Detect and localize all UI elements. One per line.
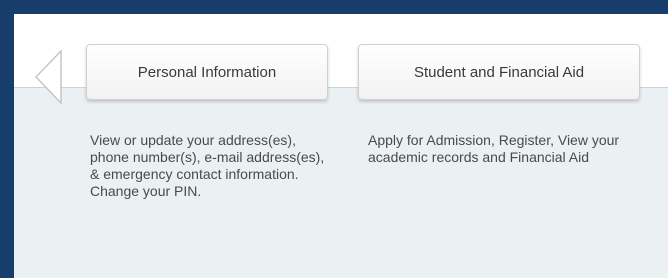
tab-label: Personal Information [137,63,277,81]
tab-personal-information[interactable]: Personal Information [86,44,328,100]
menu-frame: Personal Information Student and Financi… [14,14,668,278]
tab-label: Student and Financial Aid [413,63,585,81]
previous-button[interactable] [34,50,62,104]
chevron-left-icon [34,50,62,104]
tab-student-and-financial-aid[interactable]: Student and Financial Aid [358,44,640,100]
personal-information-description: View or update your address(es), phone n… [90,132,325,199]
student-financial-aid-description: Apply for Admission, Register, View your… [368,132,620,165]
